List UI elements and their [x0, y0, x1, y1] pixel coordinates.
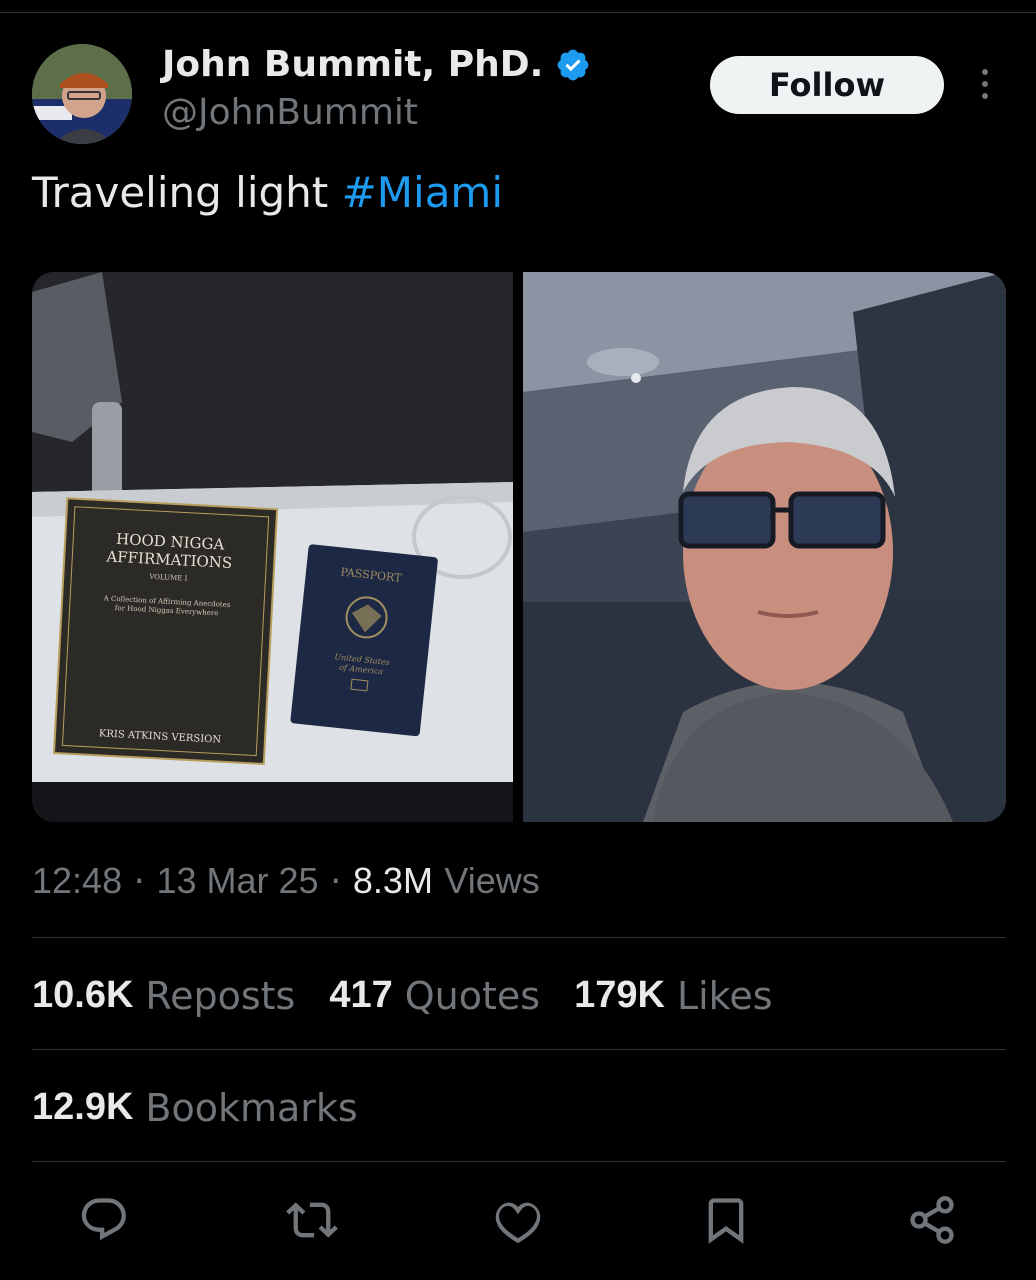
tweet-text-body: Traveling light [32, 168, 342, 217]
tray-table-photo: HOOD NIGGA AFFIRMATIONS VOLUME I A Colle… [32, 272, 513, 822]
tweet-date[interactable]: 13 Mar 25 [156, 860, 318, 901]
views-count: 8.3M [352, 860, 433, 901]
likes-count: 179K [574, 974, 665, 1016]
display-name-text: John Bummit, PhD. [162, 44, 544, 85]
engagement-stats: 10.6K Reposts 417 Quotes 179K Likes [32, 974, 773, 1018]
author-display-name[interactable]: John Bummit, PhD. [162, 44, 591, 85]
more-dot [982, 93, 988, 99]
bookmarks-stats: 12.9K Bookmarks [32, 1086, 358, 1130]
avatar-image [32, 44, 132, 144]
meta-separator: · [330, 861, 342, 902]
likes-stat[interactable]: 179K Likes [574, 974, 772, 1018]
share-button[interactable] [902, 1190, 962, 1250]
bookmarks-stat[interactable]: 12.9K Bookmarks [32, 1086, 358, 1130]
reply-button[interactable] [74, 1190, 134, 1250]
author-handle[interactable]: @JohnBummit [162, 92, 418, 133]
likes-label: Likes [676, 974, 773, 1018]
divider [32, 937, 1006, 938]
media-photo-tray-table[interactable]: HOOD NIGGA AFFIRMATIONS VOLUME I A Colle… [32, 272, 513, 822]
reposts-count: 10.6K [32, 974, 134, 1016]
more-dot [982, 69, 988, 75]
like-icon [495, 1202, 541, 1244]
quotes-stat[interactable]: 417 Quotes [329, 974, 540, 1018]
bookmark-button[interactable] [696, 1190, 756, 1250]
repost-icon [286, 1202, 338, 1238]
more-options-icon[interactable] [968, 62, 1002, 106]
bookmark-icon [708, 1198, 744, 1244]
tweet-media: HOOD NIGGA AFFIRMATIONS VOLUME I A Colle… [32, 272, 1006, 822]
reply-icon [81, 1198, 126, 1241]
share-icon [910, 1196, 954, 1244]
quotes-label: Quotes [404, 974, 541, 1018]
selfie-photo [523, 272, 1006, 822]
meta-separator: · [133, 861, 145, 902]
like-button[interactable] [488, 1190, 548, 1250]
media-photo-selfie[interactable] [523, 272, 1006, 822]
reposts-label: Reposts [145, 974, 296, 1018]
divider [32, 1049, 1006, 1050]
verified-badge-icon [557, 49, 589, 80]
tweet-text: Traveling light #Miami [32, 168, 503, 217]
hashtag-link[interactable]: #Miami [342, 168, 503, 217]
tweet-meta: 12:48 · 13 Mar 25 · 8.3M Views [32, 860, 540, 902]
bookmarks-label: Bookmarks [145, 1086, 358, 1130]
reposts-stat[interactable]: 10.6K Reposts [32, 974, 295, 1018]
divider [32, 1161, 1006, 1162]
views-label: Views [444, 860, 540, 901]
follow-button[interactable]: Follow [710, 56, 944, 114]
more-dot [982, 81, 988, 87]
action-bar [0, 1190, 1036, 1250]
tweet-time[interactable]: 12:48 [32, 860, 122, 901]
author-avatar[interactable] [32, 44, 132, 144]
top-divider [0, 12, 1036, 13]
repost-button[interactable] [282, 1190, 342, 1250]
bookmarks-count: 12.9K [32, 1086, 134, 1128]
quotes-count: 417 [329, 974, 393, 1016]
